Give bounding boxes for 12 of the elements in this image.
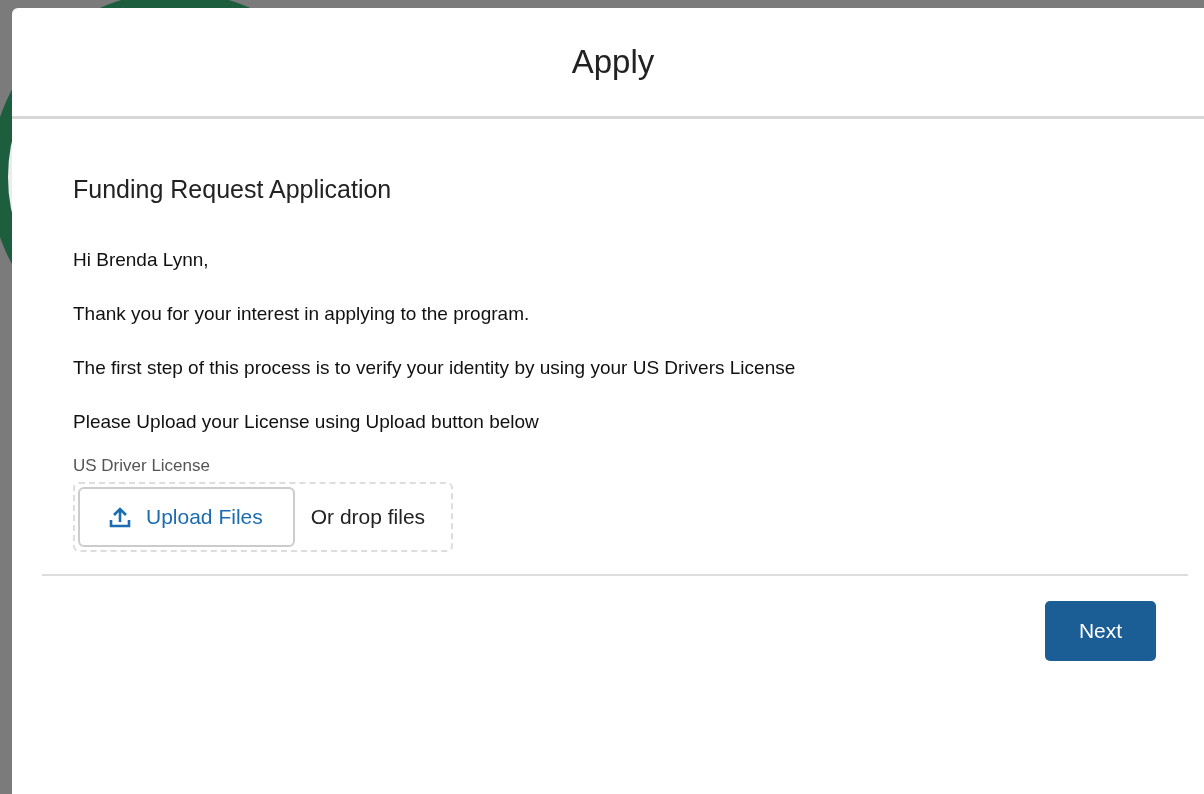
modal-title: Apply	[570, 43, 655, 81]
file-drop-zone[interactable]: Upload Files Or drop files	[73, 482, 454, 552]
drop-hint: Or drop files	[310, 505, 426, 529]
upload-files-button[interactable]: Upload Files	[78, 487, 295, 547]
form-heading: Funding Request Application	[73, 175, 392, 204]
paragraph: Hi Brenda Lynn,	[73, 248, 209, 272]
paragraph: Please Upload your License using Upload button below	[73, 410, 539, 434]
field-label: US Driver License	[73, 456, 210, 476]
paragraph: Thank you for your interest in applying to the program.	[73, 302, 530, 326]
next-button[interactable]: Next	[1045, 601, 1156, 661]
upload-icon	[108, 505, 132, 529]
paragraph: The first step of this process is to verify your identity by using your US Drivers License	[73, 356, 796, 380]
